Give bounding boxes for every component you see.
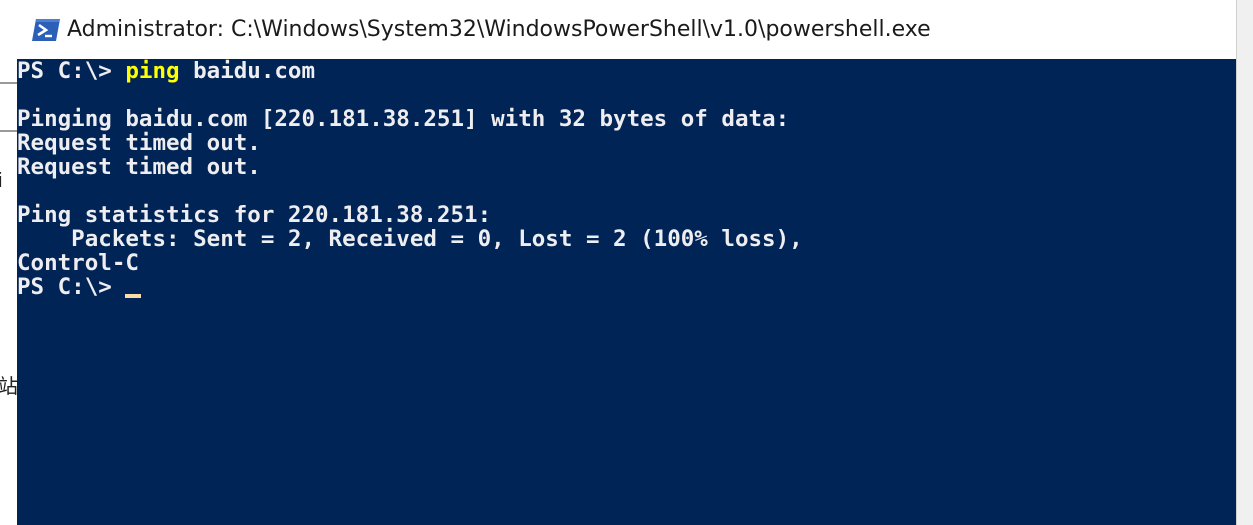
text-cursor — [125, 294, 142, 298]
console-line: Request timed out. — [17, 154, 261, 180]
title-bar[interactable]: Administrator: C:\Windows\System32\Windo… — [17, 0, 1236, 59]
command-name: ping — [125, 58, 180, 84]
prompt: PS C:\> — [17, 58, 126, 84]
background-window: i 站 — [0, 0, 17, 525]
background-divider — [0, 82, 17, 84]
console-line: PS C:\> ping baidu.com — [17, 59, 315, 83]
console-line: Request timed out. — [17, 130, 261, 156]
console-input-line[interactable]: PS C:\> — [17, 274, 142, 300]
window-title: Administrator: C:\Windows\System32\Windo… — [67, 17, 931, 42]
prompt: PS C:\> — [17, 274, 126, 300]
console-line: Ping statistics for 220.181.38.251: — [17, 202, 492, 228]
console-line: Packets: Sent = 2, Received = 0, Lost = … — [17, 226, 803, 252]
background-text-fragment: i — [0, 170, 3, 192]
background-text-fragment: 站 — [0, 376, 17, 398]
console-line: Control-C — [17, 250, 139, 276]
window-edge — [1236, 0, 1253, 525]
background-divider — [0, 130, 17, 132]
console-line: Pinging baidu.com [220.181.38.251] with … — [17, 106, 790, 132]
powershell-window[interactable]: Administrator: C:\Windows\System32\Windo… — [17, 0, 1236, 525]
command-args: baidu.com — [179, 58, 316, 84]
powershell-icon — [32, 18, 60, 41]
console-area[interactable]: PS C:\> ping baidu.com Pinging baidu.com… — [17, 59, 1236, 525]
